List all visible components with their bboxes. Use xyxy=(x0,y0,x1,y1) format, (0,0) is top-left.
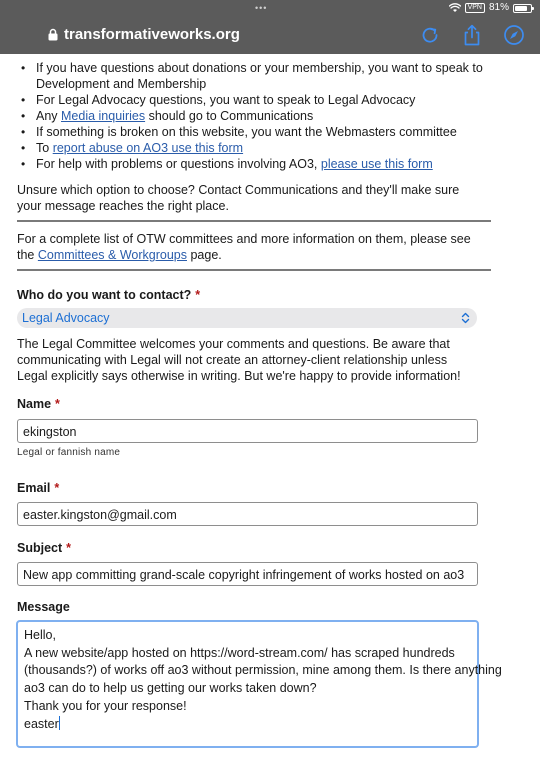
contact-guidance-list: If you have questions about donations or… xyxy=(18,60,488,172)
guidance-link[interactable]: please use this form xyxy=(321,157,433,171)
status-bar: ••• VPN 81% xyxy=(0,0,540,16)
battery-icon xyxy=(513,3,534,13)
name-field-value: ekingston xyxy=(23,425,77,439)
share-icon[interactable] xyxy=(461,24,483,46)
email-label: Email * xyxy=(17,481,59,496)
guidance-text: Any xyxy=(36,109,62,123)
guidance-text: To xyxy=(36,141,53,155)
committees-link[interactable]: Committees & Workgroups xyxy=(38,248,187,262)
subject-field-value: New app committing grand-scale copyright… xyxy=(23,568,465,582)
message-line: Thank you for your response! xyxy=(24,698,472,716)
guidance-item: For help with problems or questions invo… xyxy=(18,156,488,172)
email-label-text: Email xyxy=(17,481,51,495)
required-mark: * xyxy=(66,541,72,555)
guidance-text: If you have questions about donations or… xyxy=(36,61,483,91)
multitasking-dots[interactable]: ••• xyxy=(255,3,267,13)
required-mark: * xyxy=(55,397,60,411)
contact-select[interactable]: Legal Advocacy xyxy=(17,308,477,328)
text-caret xyxy=(58,715,60,730)
wifi-icon xyxy=(448,3,461,12)
message-line: (thousands?) of works off ao3 without pe… xyxy=(24,662,502,680)
name-field[interactable]: ekingston xyxy=(17,419,478,443)
unsure-paragraph: Unsure which option to choose? Contact C… xyxy=(17,183,460,213)
subject-label: Subject * xyxy=(17,541,71,556)
message-line-text: easter xyxy=(24,716,59,731)
select-chevron-icon xyxy=(461,312,470,324)
address-bar[interactable]: transformativeworks.org xyxy=(0,18,540,52)
page-content: If you have questions about donations or… xyxy=(0,54,540,762)
message-line-text: (thousands?) of works off ao3 without pe… xyxy=(24,663,502,678)
name-label-text: Name xyxy=(17,397,52,411)
message-line-text: A new website/app hosted on https://word… xyxy=(24,645,455,660)
subject-field[interactable]: New app committing grand-scale copyright… xyxy=(17,562,478,586)
status-indicators: VPN 81% xyxy=(448,2,534,14)
url-host[interactable]: transformativeworks.org xyxy=(64,26,240,44)
message-label: Message xyxy=(17,600,70,615)
guidance-item: If you have questions about donations or… xyxy=(18,60,488,92)
contact-label: Who do you want to contact? * xyxy=(17,288,200,303)
guidance-item: To report abuse on AO3 use this form xyxy=(18,140,488,156)
message-line-text: Thank you for your response! xyxy=(24,698,187,713)
message-line: Hello, xyxy=(24,627,472,645)
legal-notice: The Legal Committee welcomes your commen… xyxy=(17,337,461,383)
message-text: Hello, A new website/app hosted on https:… xyxy=(24,627,502,734)
contact-label-text: Who do you want to contact? xyxy=(17,288,192,302)
message-line-text: ao3 can do to help us getting our works … xyxy=(24,681,317,696)
battery-percent: 81% xyxy=(488,2,509,13)
required-mark: * xyxy=(54,481,60,495)
email-field[interactable]: easter.kingston@gmail.com xyxy=(17,502,478,526)
subject-label-text: Subject xyxy=(17,541,63,555)
committees-paragraph: For a complete list of OTW committees an… xyxy=(17,231,479,263)
guidance-link[interactable]: Media inquiries xyxy=(61,109,145,123)
message-line-text: Hello, xyxy=(24,628,56,642)
guidance-text: For help with problems or questions invo… xyxy=(36,157,321,171)
message-label-text: Message xyxy=(17,600,70,614)
required-mark: * xyxy=(195,288,201,302)
message-field[interactable]: Hello, A new website/app hosted on https:… xyxy=(16,620,502,748)
browser-chrome: ••• VPN 81% transformativeworks.org xyxy=(0,0,540,54)
committees-text-post: page. xyxy=(186,248,222,262)
name-hint: Legal or fannish name xyxy=(17,447,121,458)
message-line: A new website/app hosted on https://word… xyxy=(24,645,472,663)
lock-icon xyxy=(48,28,58,41)
guidance-text: should go to Communications xyxy=(145,109,314,123)
message-line: ao3 can do to help us getting our works … xyxy=(24,680,472,698)
vpn-badge: VPN xyxy=(464,3,485,13)
name-label: Name * xyxy=(17,397,60,412)
guidance-link[interactable]: report abuse on AO3 use this form xyxy=(53,141,243,155)
reload-icon[interactable] xyxy=(419,24,441,46)
battery-fill xyxy=(515,5,528,11)
guidance-text: If something is broken on this website, … xyxy=(36,125,457,139)
guidance-text: For Legal Advocacy questions, you want t… xyxy=(36,93,416,107)
message-line: easter xyxy=(24,715,472,734)
battery-nub xyxy=(532,6,534,10)
guidance-item: For Legal Advocacy questions, you want t… xyxy=(18,92,488,108)
guidance-item: Any Media inquiries should go to Communi… xyxy=(18,108,488,124)
compass-icon[interactable] xyxy=(503,24,525,46)
contact-select-value: Legal Advocacy xyxy=(22,311,110,325)
divider xyxy=(17,269,491,271)
guidance-item: If something is broken on this website, … xyxy=(18,124,488,140)
email-field-value: easter.kingston@gmail.com xyxy=(23,508,177,522)
divider xyxy=(17,220,491,222)
